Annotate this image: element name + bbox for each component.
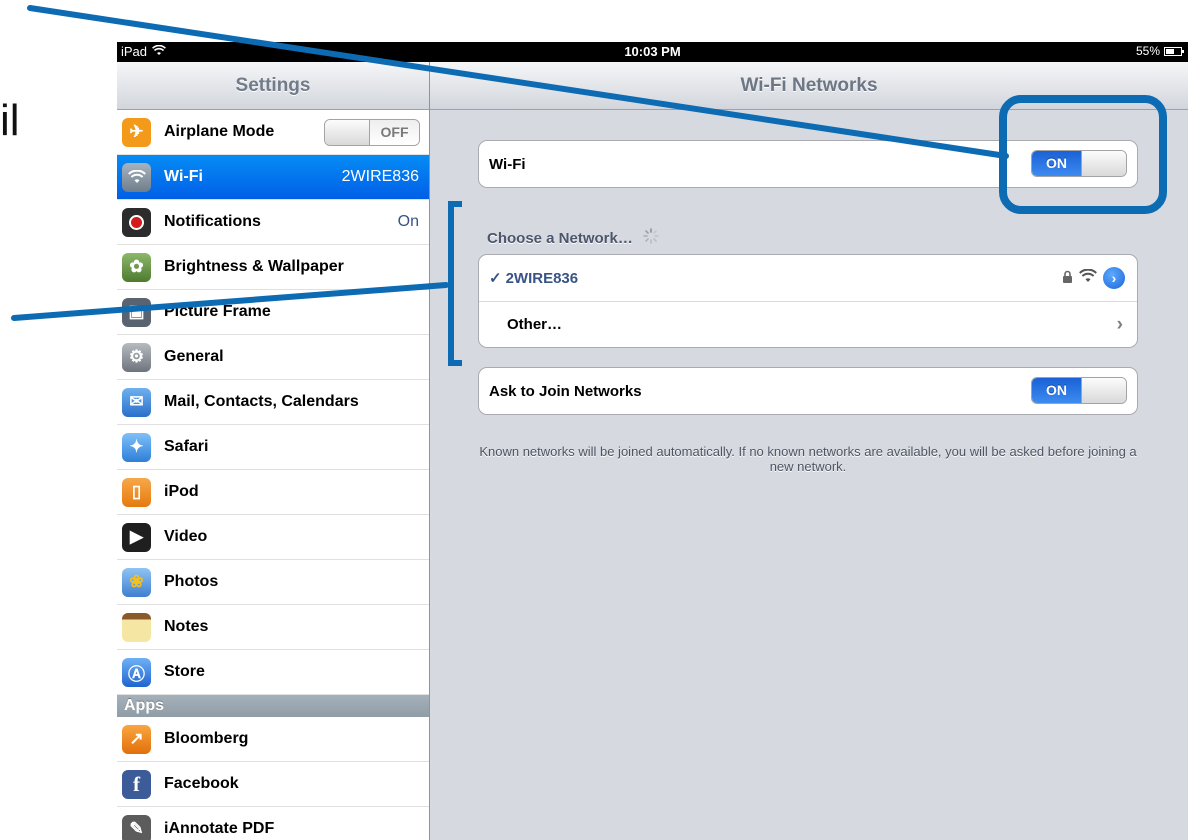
safari-icon: ✦ <box>122 432 151 462</box>
mail-icon: ✉ <box>122 387 151 417</box>
ask-to-join-group: Ask to Join Networks ON <box>478 367 1138 415</box>
detail-title: Wi-Fi Networks <box>430 62 1188 110</box>
sidebar-item-general[interactable]: ⚙ General <box>117 335 429 380</box>
bloomberg-icon: ↗ <box>122 724 151 754</box>
brightness-wallpaper-icon: ✿ <box>122 252 151 282</box>
sidebar-item-label: Store <box>164 663 205 680</box>
sidebar-item-value: On <box>397 213 419 230</box>
status-bar: iPad 10:03 PM 55% <box>117 42 1188 62</box>
photos-icon: ❀ <box>122 567 151 597</box>
edge-cropped-text: il <box>0 96 20 145</box>
checkmark-icon: ✓ <box>489 270 502 287</box>
sidebar-item-label: Safari <box>164 438 209 455</box>
sidebar-item-label: Picture Frame <box>164 303 271 320</box>
sidebar-item-store[interactable]: Ⓐ Store <box>117 650 429 695</box>
airplane-icon: ✈ <box>122 117 151 147</box>
switch-state: ON <box>1032 151 1081 176</box>
sidebar-item-label: General <box>164 348 224 365</box>
video-icon: ▶ <box>122 522 151 552</box>
other-network-row[interactable]: Other… › <box>479 301 1137 347</box>
wifi-networks-pane: Wi-Fi Networks Wi-Fi ON Choose a Network… <box>430 62 1188 840</box>
sidebar-item-notifications[interactable]: Notifications On <box>117 200 429 245</box>
sidebar-item-mail-contacts-calendars[interactable]: ✉ Mail, Contacts, Calendars <box>117 380 429 425</box>
sidebar-item-label: Wi-Fi <box>164 168 203 185</box>
wifi-group: Wi-Fi ON <box>478 140 1138 188</box>
networks-group: ✓ 2WIRE836 › Other… › <box>478 254 1138 348</box>
ask-to-join-label: Ask to Join Networks <box>489 382 642 400</box>
sidebar-item-notes[interactable]: Notes <box>117 605 429 650</box>
choose-network-heading: Choose a Network… <box>487 228 659 248</box>
switch-state: ON <box>1032 378 1081 403</box>
network-name: 2WIRE836 <box>505 269 579 287</box>
sidebar-item-label: Mail, Contacts, Calendars <box>164 393 359 410</box>
sidebar-item-safari[interactable]: ✦ Safari <box>117 425 429 470</box>
sidebar-item-label: Brightness & Wallpaper <box>164 258 344 275</box>
sidebar-item-label: Video <box>164 528 208 545</box>
lock-icon <box>1062 270 1073 287</box>
battery-icon <box>1164 46 1184 56</box>
sidebar-item-photos[interactable]: ❀ Photos <box>117 560 429 605</box>
sidebar-item-label: Bloomberg <box>164 730 249 747</box>
battery-percent: 55% <box>1135 44 1160 58</box>
store-icon: Ⓐ <box>122 657 151 687</box>
airplane-mode-switch[interactable]: OFF <box>324 118 420 146</box>
wifi-row-label: Wi-Fi <box>489 155 526 173</box>
sidebar-item-label: iPod <box>164 483 199 500</box>
ipad-screen: iPad 10:03 PM 55% Settings ✈ Airplane Mo… <box>117 42 1188 840</box>
sidebar-item-label: iAnnotate PDF <box>164 820 275 837</box>
wifi-row: Wi-Fi ON <box>479 141 1137 187</box>
sidebar-item-video[interactable]: ▶ Video <box>117 515 429 560</box>
sidebar-item-wifi[interactable]: Wi-Fi 2WIRE836 <box>117 155 429 200</box>
sidebar-item-picture-frame[interactable]: ▣ Picture Frame <box>117 290 429 335</box>
sidebar-item-label: Facebook <box>164 775 239 792</box>
sidebar-title: Settings <box>117 62 429 110</box>
sidebar-item-value: 2WIRE836 <box>341 168 419 185</box>
notifications-icon <box>122 207 151 237</box>
wifi-switch[interactable]: ON <box>1031 150 1127 177</box>
settings-sidebar: Settings ✈ Airplane Mode OFF Wi-Fi 2WIRE… <box>117 62 430 840</box>
sidebar-item-ipod[interactable]: ▯ iPod <box>117 470 429 515</box>
sidebar-item-bloomberg[interactable]: ↗ Bloomberg <box>117 717 429 762</box>
status-time: 10:03 PM <box>624 44 681 59</box>
wifi-strength-icon <box>1079 268 1097 287</box>
sidebar-item-facebook[interactable]: f Facebook <box>117 762 429 807</box>
sidebar-item-label: Airplane Mode <box>164 123 275 140</box>
switch-knob <box>325 119 370 145</box>
sidebar-item-label: Photos <box>164 573 219 590</box>
notes-icon <box>122 612 151 642</box>
switch-knob <box>1081 378 1126 403</box>
network-detail-disclosure-icon[interactable]: › <box>1103 267 1125 289</box>
facebook-icon: f <box>122 769 151 799</box>
switch-state: OFF <box>370 119 419 145</box>
iannotate-icon: ✎ <box>122 814 151 840</box>
chevron-right-icon: › <box>1116 313 1123 335</box>
choose-network-label: Choose a Network… <box>487 229 633 247</box>
ask-to-join-row: Ask to Join Networks ON <box>479 368 1137 414</box>
ask-to-join-footnote: Known networks will be joined automatica… <box>479 444 1137 474</box>
gear-icon: ⚙ <box>122 342 151 372</box>
network-row[interactable]: ✓ 2WIRE836 › <box>479 255 1137 301</box>
picture-frame-icon: ▣ <box>122 297 151 327</box>
apps-section-header: Apps <box>117 695 429 717</box>
sidebar-item-brightness-wallpaper[interactable]: ✿ Brightness & Wallpaper <box>117 245 429 290</box>
other-network-label: Other… <box>507 316 563 333</box>
sidebar-item-airplane-mode[interactable]: ✈ Airplane Mode OFF <box>117 110 429 155</box>
wifi-icon <box>122 162 151 192</box>
sidebar-item-iannotate-pdf[interactable]: ✎ iAnnotate PDF <box>117 807 429 840</box>
ask-to-join-switch[interactable]: ON <box>1031 377 1127 404</box>
sidebar-item-label: Notifications <box>164 213 261 230</box>
switch-knob <box>1081 151 1126 176</box>
ipod-icon: ▯ <box>122 477 151 507</box>
sidebar-item-label: Notes <box>164 618 209 635</box>
loading-spinner-icon <box>643 228 659 248</box>
